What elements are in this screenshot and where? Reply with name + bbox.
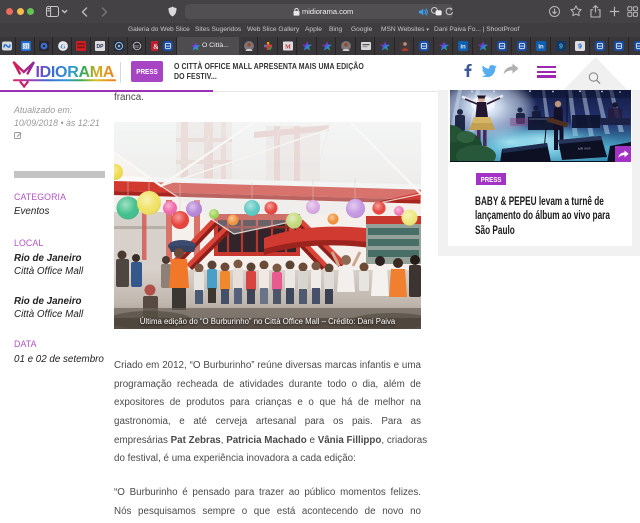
svg-text:IDIORAMA: IDIORAMA <box>36 64 115 81</box>
